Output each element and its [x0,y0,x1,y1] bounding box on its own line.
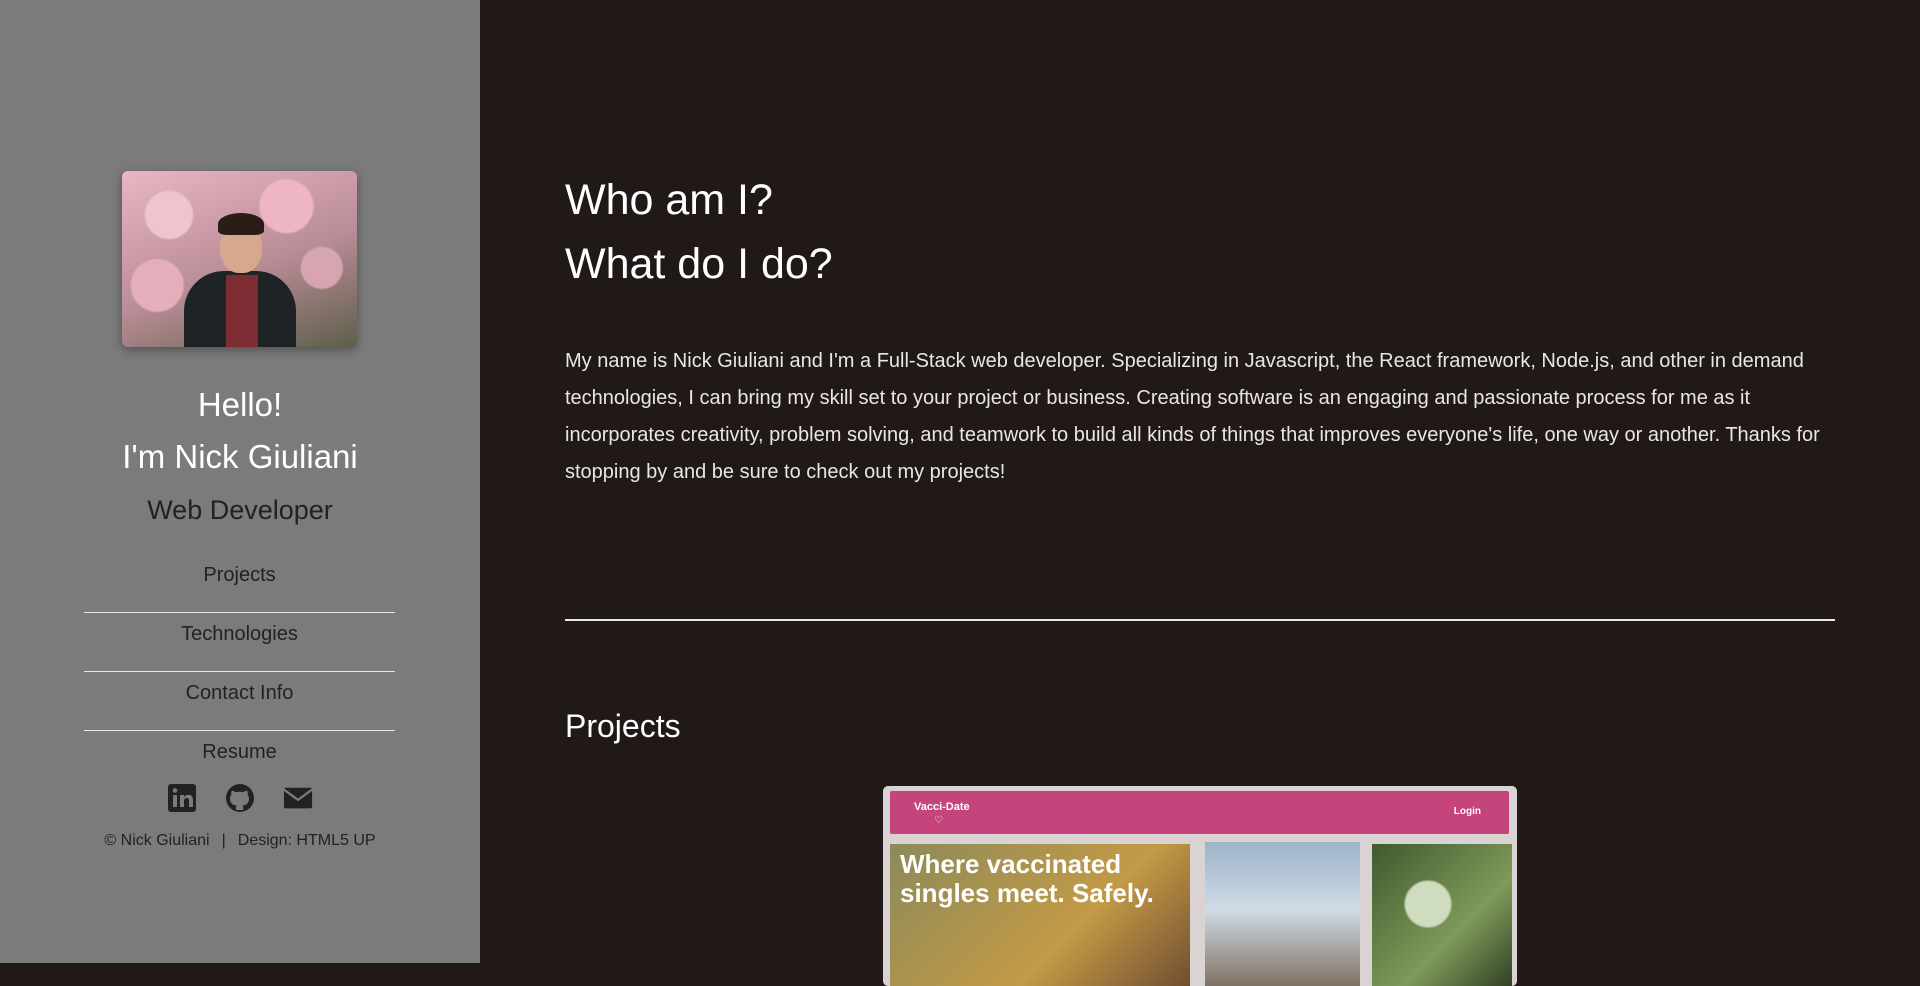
intro-paragraph: My name is Nick Giuliani and I'm a Full-… [565,350,1820,483]
design-credit-link[interactable]: Design: HTML5 UP [238,832,376,849]
project-preview-hero-image: Where vaccinated singles meet. Safely. [890,844,1190,986]
project-preview-image [1372,844,1512,986]
section-heading-what: What do I do? [565,240,833,288]
project-login-label: Login [1453,806,1481,817]
envelope-icon[interactable] [283,783,313,813]
profile-photo [122,171,357,347]
project-brand: Vacci-Date [914,801,970,813]
nav-item-contact-info[interactable]: Contact Info [84,672,395,731]
nav-label[interactable]: Technologies [181,623,298,645]
section-divider [565,619,1835,621]
project-preview-navbar: Vacci-Date ♡ Login [890,791,1509,834]
nav-label[interactable]: Contact Info [186,682,294,704]
job-title: Web Developer [147,495,333,525]
projects-heading: Projects [565,708,681,744]
linkedin-icon[interactable] [167,783,197,813]
copyright-text: © Nick Giuliani [104,832,210,849]
footer-separator: | [221,832,226,849]
nav-item-technologies[interactable]: Technologies [84,613,395,672]
sidebar: Hello! I'm Nick Giuliani Web Developer P… [0,0,480,963]
nav-item-resume[interactable]: Resume [84,731,395,790]
project-preview-image [1205,842,1360,986]
project-tagline: Where vaccinated singles meet. Safely. [900,849,1154,908]
nav-label[interactable]: Projects [203,564,275,586]
owner-name: I'm Nick Giuliani [122,438,358,475]
footer: © Nick Giuliani | Design: HTML5 UP [0,832,480,850]
social-links [0,783,480,813]
main-content: Who am I? What do I do? My name is Nick … [480,0,1920,986]
github-icon[interactable] [225,783,255,813]
nav-item-projects[interactable]: Projects [84,554,395,613]
section-heading-who: Who am I? [565,176,773,224]
project-card-vacci-date[interactable]: Vacci-Date ♡ Login Where vaccinated sing… [883,786,1517,986]
nav-label[interactable]: Resume [202,741,276,763]
greeting: Hello! [197,386,283,423]
heart-icon: ♡ [934,815,943,826]
sidebar-nav: Projects Technologies Contact Info Resum… [84,554,395,790]
